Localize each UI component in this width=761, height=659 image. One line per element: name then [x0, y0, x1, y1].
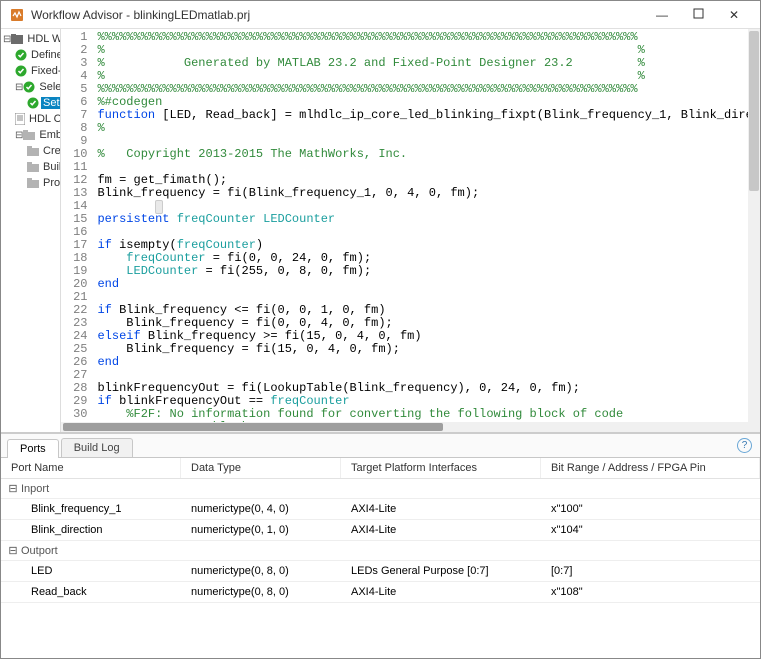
tree-node[interactable]: Define Input Types — [1, 47, 60, 63]
status-icon — [27, 177, 39, 190]
cell-port: LED — [1, 561, 181, 581]
cell-type: numerictype(0, 8, 0) — [181, 561, 341, 581]
tree-node[interactable]: Create Project — [1, 143, 60, 159]
status-icon — [27, 145, 39, 158]
cell-range[interactable]: x"100" — [541, 499, 760, 519]
titlebar: Workflow Advisor - blinkingLEDmatlab.prj… — [1, 1, 760, 29]
table-row[interactable]: LEDnumerictype(0, 8, 0)LEDs General Purp… — [1, 561, 760, 582]
status-icon — [15, 113, 25, 126]
cell-type: numerictype(0, 4, 0) — [181, 499, 341, 519]
cell-interface[interactable]: AXI4-Lite — [341, 520, 541, 540]
table-row[interactable]: Blink_directionnumerictype(0, 1, 0)AXI4-… — [1, 520, 760, 541]
col-bit-range[interactable]: Bit Range / Address / FPGA Pin — [541, 458, 760, 478]
tree-node[interactable]: Build Embedded System — [1, 159, 60, 175]
cell-interface[interactable]: AXI4-Lite — [341, 499, 541, 519]
cell-interface[interactable]: AXI4-Lite — [341, 582, 541, 602]
tree-node[interactable]: Set Target Interface — [1, 95, 60, 111]
table-row[interactable]: Read_backnumerictype(0, 8, 0)AXI4-Litex"… — [1, 582, 760, 603]
expander-icon[interactable]: ⊟ — [15, 130, 23, 141]
tree-root[interactable]: ⊟ HDL Workflow Advisor — [1, 31, 60, 47]
cell-range[interactable]: [0:7] — [541, 561, 760, 581]
folder-icon — [11, 33, 23, 46]
tab-build log[interactable]: Build Log — [61, 438, 133, 457]
collapse-icon[interactable]: ⊟ — [3, 34, 11, 45]
status-icon — [27, 97, 39, 110]
cell-interface[interactable]: LEDs General Purpose [0:7] — [341, 561, 541, 581]
cell-type: numerictype(0, 1, 0) — [181, 520, 341, 540]
code-editor[interactable]: 1234567891011121314151617181920212223242… — [61, 29, 760, 432]
horizontal-scrollbar[interactable] — [61, 422, 748, 432]
v-scroll-thumb[interactable] — [749, 31, 759, 191]
cell-port: Blink_direction — [1, 520, 181, 540]
ports-header: Port Name Data Type Target Platform Inte… — [1, 458, 760, 479]
maximize-button[interactable] — [680, 5, 716, 25]
tree-node[interactable]: HDL Code Generation — [1, 111, 60, 127]
help-icon[interactable]: ? — [737, 438, 752, 453]
ports-grid[interactable]: ⊟InportBlink_frequency_1numerictype(0, 4… — [1, 479, 760, 658]
collapse-icon[interactable]: ⊟ — [7, 544, 19, 557]
cell-range[interactable]: x"104" — [541, 520, 760, 540]
col-port-name[interactable]: Port Name — [1, 458, 181, 478]
minimize-button[interactable]: — — [644, 5, 680, 25]
col-target-platform[interactable]: Target Platform Interfaces — [341, 458, 541, 478]
status-icon — [23, 81, 35, 94]
status-icon — [27, 161, 39, 174]
tab-ports[interactable]: Ports — [7, 439, 59, 458]
status-icon — [15, 49, 27, 62]
cell-port: Read_back — [1, 582, 181, 602]
collapse-icon[interactable]: ⊟ — [7, 482, 19, 495]
status-icon — [15, 65, 27, 78]
tree-node[interactable]: Program Target Device — [1, 175, 60, 191]
main-area: ⊟ HDL Workflow Advisor Define Input Type… — [1, 29, 760, 433]
code-body[interactable]: %%%%%%%%%%%%%%%%%%%%%%%%%%%%%%%%%%%%%%%%… — [93, 29, 760, 432]
cell-range[interactable]: x"108" — [541, 582, 760, 602]
group-row[interactable]: ⊟Inport — [1, 479, 760, 499]
expander-icon[interactable]: ⊟ — [15, 82, 23, 93]
tree-node[interactable]: Fixed-Point Conversion — [1, 63, 60, 79]
table-row[interactable]: Blink_frequency_1numerictype(0, 4, 0)AXI… — [1, 499, 760, 520]
window-title: Workflow Advisor - blinkingLEDmatlab.prj — [31, 8, 644, 22]
vertical-scrollbar[interactable] — [748, 29, 760, 432]
col-data-type[interactable]: Data Type — [181, 458, 341, 478]
editor-pane: 1234567891011121314151617181920212223242… — [61, 29, 760, 432]
bottom-panel: PortsBuild Log ? Port Name Data Type Tar… — [1, 433, 760, 658]
splitter-grip[interactable] — [155, 200, 163, 214]
sidebar: ⊟ HDL Workflow Advisor Define Input Type… — [1, 29, 61, 432]
h-scroll-thumb[interactable] — [63, 423, 443, 431]
cell-type: numerictype(0, 8, 0) — [181, 582, 341, 602]
status-icon — [23, 129, 35, 142]
group-row[interactable]: ⊟Outport — [1, 541, 760, 561]
tree-node[interactable]: ⊟Embedded System Integration — [1, 127, 60, 143]
close-button[interactable]: ✕ — [716, 5, 752, 25]
tree-node[interactable]: ⊟Select Code Generation Target — [1, 79, 60, 95]
app-icon — [9, 7, 25, 23]
cell-port: Blink_frequency_1 — [1, 499, 181, 519]
bottom-tabs: PortsBuild Log ? — [1, 434, 760, 458]
line-gutter: 1234567891011121314151617181920212223242… — [61, 29, 93, 432]
